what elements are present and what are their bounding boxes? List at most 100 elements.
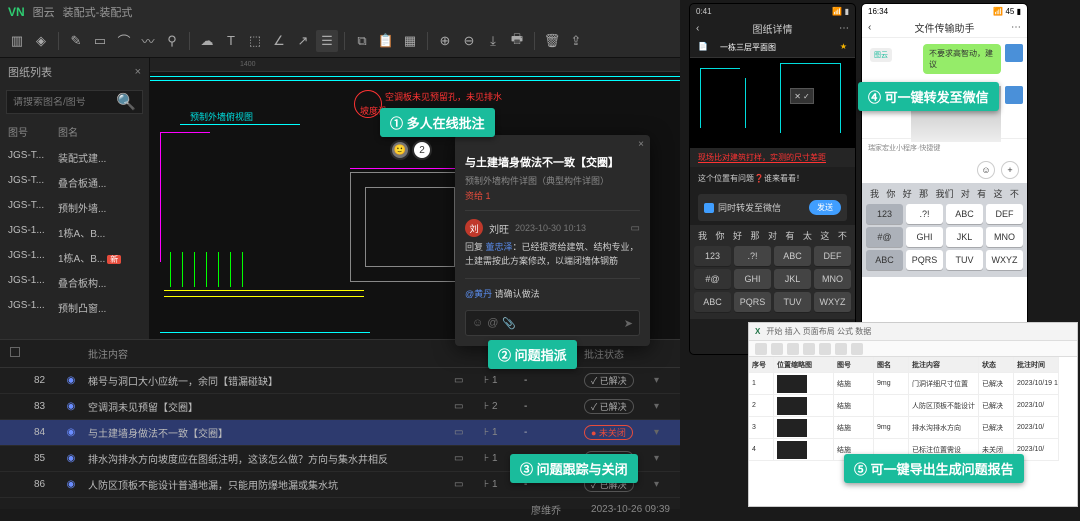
key[interactable]: #@ [694, 269, 731, 289]
phone-app-preview: 0:41📶 ▮ ‹ 图纸详情 ⋯ 📄 一栋三层平面图 ★ ✕✓ 现场比对建筑打样… [690, 4, 855, 354]
search-input[interactable] [13, 97, 116, 108]
report-ribbon [749, 341, 1077, 357]
key[interactable]: TUV [774, 292, 811, 312]
send-button[interactable]: 发送 [809, 200, 841, 215]
key[interactable]: 123 [866, 204, 903, 224]
popup-title: 与土建墙身做法不一致【交圈】 [465, 154, 640, 170]
key[interactable]: GHI [734, 269, 771, 289]
ribbon-icon[interactable] [755, 343, 767, 355]
search-icon[interactable]: ⚲ [161, 30, 183, 52]
avatar-count: 2 [412, 140, 432, 160]
phone-message: 这个位置有问题❓谁来看看！ [690, 167, 855, 190]
emoji-icon[interactable]: ☺ [472, 317, 483, 329]
back-icon[interactable]: ‹ [696, 23, 699, 34]
key[interactable]: DEF [986, 204, 1023, 224]
key[interactable]: WXYZ [986, 250, 1023, 270]
phone-wechat-preview: 16:34📶 45 ▮ ‹ 文件传输助手 ⋯ 图云 不要求高智动，建议 瑞家宏业… [862, 4, 1027, 354]
report-grid[interactable]: 序号位置缩略图图号图名批注内容状态批注时间1结施9mg门洞详细尺寸位置已解决20… [749, 357, 1077, 461]
close-icon[interactable]: × [638, 139, 644, 150]
back-icon[interactable]: ‹ [868, 22, 871, 33]
layers-icon[interactable]: ◈ [30, 30, 52, 52]
list-item[interactable]: JGS-T...装配式建... [0, 145, 149, 170]
ribbon-icon[interactable] [803, 343, 815, 355]
rect-icon[interactable]: ▭ [89, 30, 111, 52]
arrow-icon[interactable]: ↗ [292, 30, 314, 52]
key[interactable]: ABC [866, 250, 903, 270]
list-item[interactable]: JGS-1...预制凸窗... [0, 295, 149, 320]
more-icon[interactable]: ⋯ [839, 23, 849, 34]
trash-icon[interactable]: 🗑 [541, 30, 563, 52]
key[interactable]: WXYZ [814, 292, 851, 312]
key[interactable]: PQRS [906, 250, 943, 270]
key[interactable]: MNO [814, 269, 851, 289]
keyboard[interactable]: 我你好那对有太这不 123.?!ABCDEF#@GHIJKLMNOABCPQRS… [690, 225, 855, 319]
list-item[interactable]: JGS-T...叠合板通... [0, 170, 149, 195]
share-icon[interactable]: ⇪ [565, 30, 587, 52]
attach-icon[interactable]: 📎 [502, 317, 516, 330]
paste-icon[interactable]: 📋 [375, 30, 397, 52]
key[interactable]: ABC [694, 292, 731, 312]
list-item[interactable]: JGS-T...预制外墙... [0, 195, 149, 220]
zoom-in-icon[interactable]: ⊕ [434, 30, 456, 52]
key[interactable]: ABC [946, 204, 983, 224]
plus-icon[interactable]: + [1001, 161, 1019, 179]
copy-icon[interactable]: ⧉ [351, 30, 373, 52]
list-item[interactable]: JGS-1...叠合板构... [0, 270, 149, 295]
list-item[interactable]: JGS-1...1栋A、B...新 [0, 245, 149, 270]
table-row[interactable]: 82◉梯号与洞口大小应统一，余同【错漏碰缺】▭⊦ 1-✓ 已解决▾ [0, 368, 680, 394]
reply-input[interactable]: ☺ @ 📎 ➤ [465, 310, 640, 336]
key[interactable]: GHI [906, 227, 943, 247]
collaborator-avatars[interactable]: 🙂 2 [390, 140, 432, 160]
panel-icon[interactable]: ▥ [6, 30, 28, 52]
mention-icon[interactable]: @ [487, 317, 498, 329]
highlight-icon[interactable]: ∠ [268, 30, 290, 52]
key[interactable]: .?! [906, 204, 943, 224]
table-row[interactable]: 84◉与土建墙身做法不一致【交圈】▭⊦ 1-● 未关闭▾ [0, 420, 680, 446]
col-code: 图号 [8, 124, 28, 139]
key[interactable]: ABC [774, 246, 811, 266]
popup-assignment: @黄丹 请确认做法 [465, 278, 640, 300]
ribbon-icon[interactable] [787, 343, 799, 355]
sidebar-close-icon[interactable]: × [135, 66, 141, 78]
keyboard[interactable]: 我你好那我们对有这不 123.?!ABCDEF#@GHIJKLMNOABCPQR… [862, 183, 1027, 277]
list-item[interactable]: JGS-1...1栋A、B... [0, 220, 149, 245]
ribbon-icon[interactable] [851, 343, 863, 355]
key[interactable]: 123 [694, 246, 731, 266]
send-icon[interactable]: ➤ [624, 317, 633, 330]
key[interactable]: DEF [814, 246, 851, 266]
tab-file[interactable]: 一栋三层平面图 [720, 42, 776, 53]
message-icon[interactable]: ▭ [631, 223, 640, 234]
download-icon[interactable]: ⤓ [482, 30, 504, 52]
cloud-icon[interactable]: ☁ [196, 30, 218, 52]
key[interactable]: MNO [986, 227, 1023, 247]
phone-cad-view[interactable]: ✕✓ [690, 58, 855, 148]
key[interactable]: JKL [946, 227, 983, 247]
arc-icon[interactable]: ⌒ [113, 30, 135, 52]
key[interactable]: TUV [946, 250, 983, 270]
key[interactable]: .?! [734, 246, 771, 266]
key[interactable]: PQRS [734, 292, 771, 312]
ribbon-icon[interactable] [835, 343, 847, 355]
polyline-icon[interactable]: 〰 [137, 30, 159, 52]
key[interactable]: JKL [774, 269, 811, 289]
emoji-icon[interactable]: ☺ [977, 161, 995, 179]
search-icon[interactable]: 🔍 [116, 92, 136, 112]
ribbon-icon[interactable] [771, 343, 783, 355]
key[interactable]: #@ [866, 227, 903, 247]
forward-card[interactable]: 同时转发至微信 发送 [698, 194, 847, 221]
grid-icon[interactable]: ▦ [399, 30, 421, 52]
zoom-out-icon[interactable]: ⊖ [458, 30, 480, 52]
select-icon[interactable]: ⬚ [244, 30, 266, 52]
excel-icon: X [755, 327, 760, 336]
checkbox-all[interactable] [10, 347, 20, 357]
list-icon[interactable]: ☰ [316, 30, 338, 52]
more-icon[interactable]: ⋯ [1011, 22, 1021, 33]
ribbon-icon[interactable] [819, 343, 831, 355]
brush-icon[interactable]: ✎ [65, 30, 87, 52]
sidebar-search[interactable]: 🔍 [6, 90, 143, 114]
star-icon[interactable]: ★ [840, 42, 847, 53]
print-icon[interactable]: 🖶 [506, 30, 528, 52]
drawing-list: JGS-T...装配式建...JGS-T...叠合板通...JGS-T...预制… [0, 145, 149, 339]
table-row[interactable]: 83◉空调洞未见预留【交圈】▭⊦ 2-✓ 已解决▾ [0, 394, 680, 420]
text-icon[interactable]: T [220, 30, 242, 52]
